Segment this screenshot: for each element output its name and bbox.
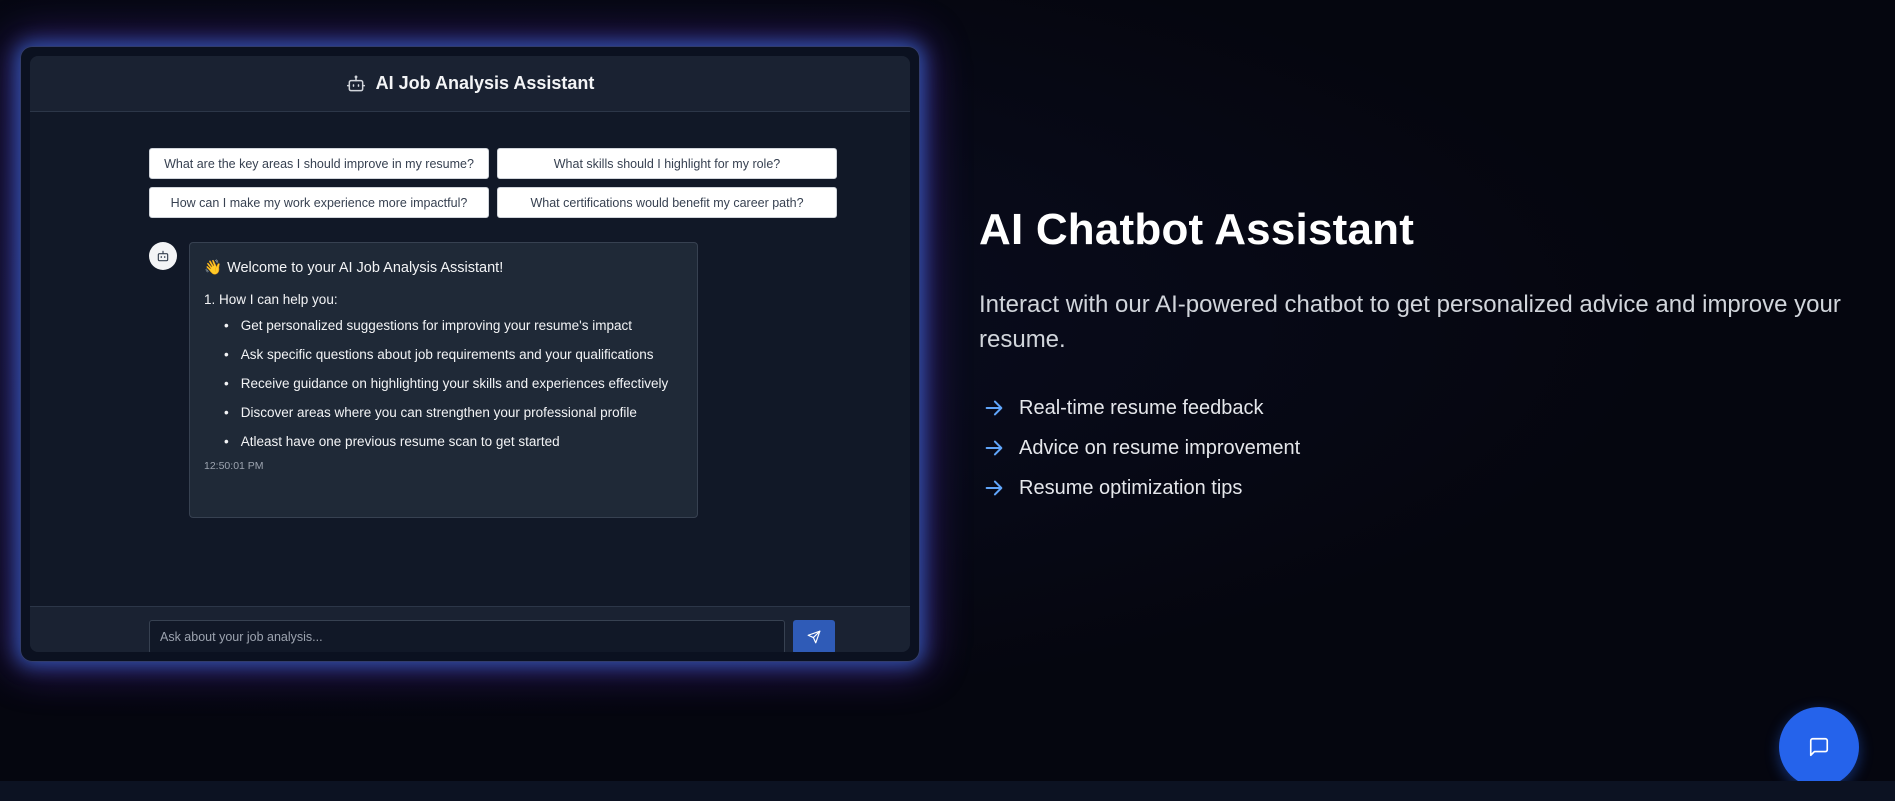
list-item: • Receive guidance on highlighting your s…	[224, 376, 669, 391]
feature-item-text: Real-time resume feedback	[1019, 396, 1264, 419]
feature-title: AI Chatbot Assistant	[979, 205, 1415, 254]
list-item: • Discover areas where you can strengthen…	[224, 405, 637, 420]
feature-item: Real-time resume feedback	[983, 388, 1300, 428]
feature-item-text: Resume optimization tips	[1019, 476, 1243, 499]
send-icon	[807, 630, 821, 644]
assistant-message: 👋 Welcome to your AI Job Analysis Assista…	[189, 242, 698, 518]
list-item-text: Ask specific questions about job require…	[240, 347, 654, 362]
welcome-text: Welcome to your AI Job Analysis Assistan…	[227, 260, 504, 276]
chat-icon	[1809, 737, 1829, 757]
arrow-right-icon	[985, 480, 1003, 496]
wave-emoji: 👋	[204, 260, 223, 276]
suggestion-grid: What are the key areas I should improve …	[149, 148, 837, 218]
arrow-right-icon	[985, 440, 1003, 456]
message-timestamp: 12:50:01 PM	[204, 460, 264, 472]
suggestion-button[interactable]: What certifications would benefit my car…	[497, 187, 837, 218]
suggestion-button[interactable]: What are the key areas I should improve …	[149, 148, 489, 179]
chat-title: AI Job Analysis Assistant	[375, 73, 595, 93]
feature-item-text: Advice on resume improvement	[1019, 436, 1301, 459]
robot-icon	[157, 250, 169, 262]
chat-preview-card: AI Job Analysis Assistant What are the k…	[20, 46, 920, 662]
list-item: • Atleast have one previous resume scan t…	[224, 434, 560, 449]
robot-icon	[346, 75, 365, 91]
message-heading: 1. How I can help you:	[204, 292, 338, 307]
suggestion-button[interactable]: What skills should I highlight for my ro…	[497, 148, 837, 179]
list-item-text: Atleast have one previous resume scan to…	[240, 434, 560, 449]
feature-item: Resume optimization tips	[983, 468, 1300, 508]
page: AI Job Analysis Assistant What are the k…	[0, 0, 1895, 801]
arrow-right-icon	[985, 400, 1003, 416]
message-welcome: 👋 Welcome to your AI Job Analysis Assista…	[204, 259, 683, 276]
list-item-text: Discover areas where you can strengthen …	[240, 405, 637, 420]
suggestion-button[interactable]: How can I make my work experience more i…	[149, 187, 489, 218]
list-item: • Get personalized suggestions for improv…	[224, 318, 632, 333]
chat-window: AI Job Analysis Assistant What are the k…	[30, 56, 910, 652]
help-list: • Get personalized suggestions for improv…	[204, 315, 683, 452]
feature-description: Interact with our AI-powered chatbot to …	[979, 291, 1841, 353]
chat-fab-button[interactable]	[1779, 707, 1859, 787]
bot-avatar	[149, 242, 177, 270]
feature-list: Real-time resume feedback Advice on resu…	[983, 388, 1300, 508]
chat-input[interactable]	[149, 620, 785, 652]
chat-header: AI Job Analysis Assistant	[30, 56, 910, 112]
list-item: • Ask specific questions about job requir…	[224, 347, 654, 362]
bottom-strip	[0, 781, 1895, 801]
feature-item: Advice on resume improvement	[983, 428, 1300, 468]
chat-input-bar	[30, 606, 910, 652]
send-button[interactable]	[793, 620, 835, 652]
list-item-text: Get personalized suggestions for improvi…	[240, 318, 632, 333]
list-item-text: Receive guidance on highlighting your sk…	[240, 376, 669, 391]
